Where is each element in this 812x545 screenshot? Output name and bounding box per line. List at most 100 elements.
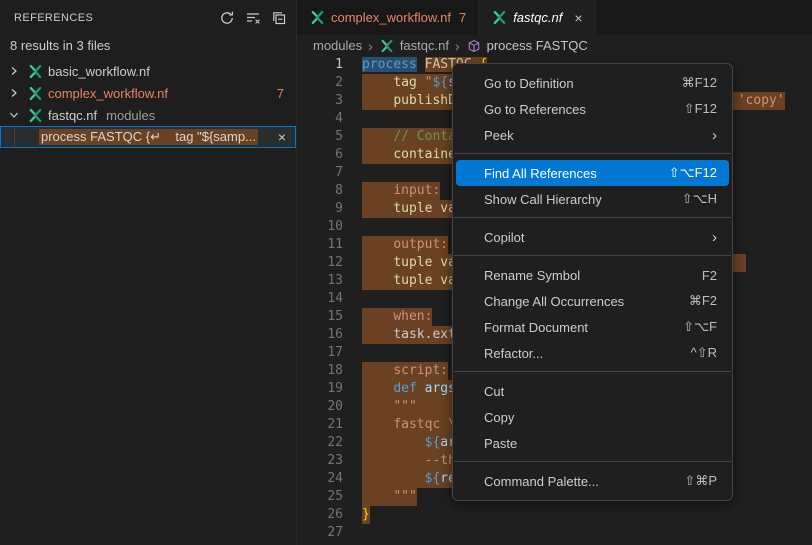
code-text: fastqc \ [362,416,456,434]
clear-results-icon[interactable] [242,7,264,29]
menu-item-refactor[interactable]: Refactor...^⇧R [456,340,729,366]
menu-item-shortcut: ⌘F12 [682,75,717,91]
menu-item-find-all-references[interactable]: Find All References⇧⌥F12 [456,160,729,186]
line-number: 10 [297,218,343,236]
menu-item-shortcut: ^⇧R [691,345,717,361]
chevron-down-icon[interactable] [6,107,22,123]
line-number: 15 [297,308,343,326]
tab-bar: complex_workflow.nf 7 fastqc.nf × [297,0,812,35]
menu-item-label: Copilot [484,230,712,245]
menu-item-command-palette[interactable]: Command Palette...⇧⌘P [456,468,729,494]
line-number: 19 [297,380,343,398]
menu-item-copilot[interactable]: Copilot› [456,224,729,250]
nextflow-icon [309,10,325,26]
menu-item-shortcut: ⇧⌥F12 [669,165,717,181]
menu-item-label: Paste [484,436,717,451]
panel-toolbar [216,7,290,29]
file-name: complex_workflow.nf [48,86,168,101]
panel-title: REFERENCES [14,12,216,24]
menu-item-shortcut: ⇧⌘P [684,473,717,489]
file-name: fastqc.nf [48,108,97,123]
menu-item-cut[interactable]: Cut [456,378,729,404]
chevron-right-icon[interactable] [6,63,22,79]
nextflow-icon [27,85,43,101]
line-number: 4 [297,110,343,128]
result-count-badge: 7 [277,86,284,101]
menu-item-shortcut: ⇧⌥H [682,191,717,207]
code-text: when: [362,308,432,326]
references-panel-header: REFERENCES [0,0,296,35]
menu-separator [454,217,731,218]
code-text: """ [362,398,464,416]
tab-fastqc[interactable]: fastqc.nf × [479,0,595,35]
menu-item-go-to-definition[interactable]: Go to Definition⌘F12 [456,70,729,96]
line-number: 25 [297,488,343,506]
collapse-all-icon[interactable] [268,7,290,29]
line-number: 18 [297,362,343,380]
file-detail: modules [106,108,155,123]
line-number: 11 [297,236,343,254]
menu-item-rename-symbol[interactable]: Rename SymbolF2 [456,262,729,288]
menu-item-paste[interactable]: Paste [456,430,729,456]
submenu-chevron-icon: › [712,127,717,144]
menu-item-label: Cut [484,384,717,399]
tree-item-fastqc-nf[interactable]: fastqc.nf modules [0,104,296,126]
code-text: output: [362,236,448,254]
menu-item-shortcut: ⌘F2 [689,293,717,309]
references-panel: REFERENCES 8 resul [0,0,297,545]
editor-line-26[interactable]: 26} [297,506,812,524]
reference-result-text: process FASTQC {↵ tag "${samp... [39,129,258,145]
nextflow-icon [491,10,507,26]
tab-complex-workflow[interactable]: complex_workflow.nf 7 [297,0,479,35]
chevron-right-icon[interactable] [6,85,22,101]
menu-item-label: Go to Definition [484,76,682,91]
refresh-icon[interactable] [216,7,238,29]
dismiss-result-icon[interactable]: × [278,129,286,145]
menu-separator [454,371,731,372]
menu-item-label: Peek [484,128,712,143]
menu-separator [454,153,731,154]
editor-context-menu: Go to Definition⌘F12Go to References⇧F12… [452,63,733,501]
menu-item-shortcut: ⇧⌥F [683,319,717,335]
nextflow-icon [27,63,43,79]
reference-result-item[interactable]: process FASTQC {↵ tag "${samp... × [0,126,296,148]
line-number: 22 [297,434,343,452]
menu-item-format-document[interactable]: Format Document⇧⌥F [456,314,729,340]
results-summary: 8 results in 3 files [0,35,296,60]
vscode-window: REFERENCES 8 resul [0,0,812,545]
menu-item-label: Refactor... [484,346,691,361]
menu-item-label: Change All Occurrences [484,294,689,309]
line-number: 21 [297,416,343,434]
results-tree: basic_workflow.nf complex_workflow.nf 7 fas… [0,60,296,148]
line-number: 8 [297,182,343,200]
line-number: 23 [297,452,343,470]
breadcrumb-item-file[interactable]: fastqc.nf [379,38,449,54]
menu-item-show-call-hierarchy[interactable]: Show Call Hierarchy⇧⌥H [456,186,729,212]
close-tab-icon[interactable]: × [574,10,582,26]
tree-item-complex-workflow-nf[interactable]: complex_workflow.nf 7 [0,82,296,104]
line-number: 26 [297,506,343,524]
menu-separator [454,255,731,256]
menu-item-label: Rename Symbol [484,268,702,283]
line-number: 6 [297,146,343,164]
menu-item-go-to-references[interactable]: Go to References⇧F12 [456,96,729,122]
menu-item-copy[interactable]: Copy [456,404,729,430]
line-number: 20 [297,398,343,416]
menu-item-label: Format Document [484,320,683,335]
menu-item-change-all-occurrences[interactable]: Change All Occurrences⌘F2 [456,288,729,314]
breadcrumb-item-symbol[interactable]: process FASTQC [466,38,588,54]
line-number: 12 [297,254,343,272]
code-text: script: [362,362,448,380]
tree-indent-guide [14,127,15,147]
editor-line-27[interactable]: 27 [297,524,812,542]
line-number: 7 [297,164,343,182]
submenu-chevron-icon: › [712,229,717,246]
line-number: 17 [297,344,343,362]
line-number: 27 [297,524,343,542]
tree-item-basic-workflow-nf[interactable]: basic_workflow.nf [0,60,296,82]
tab-problem-badge: 7 [459,10,466,25]
menu-item-peek[interactable]: Peek› [456,122,729,148]
code-text: } [362,506,370,524]
breadcrumb-item-modules[interactable]: modules [313,38,362,53]
nextflow-icon [379,38,395,54]
